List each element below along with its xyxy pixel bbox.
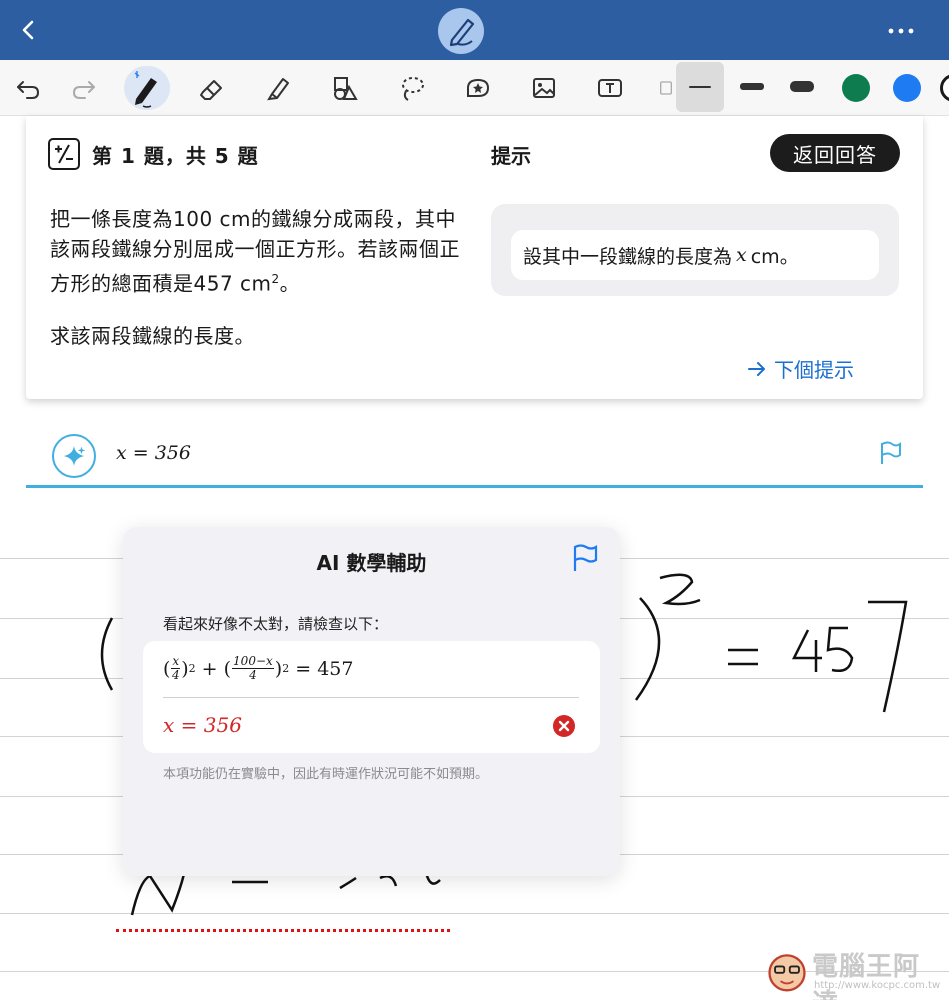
divider <box>163 697 579 698</box>
return-to-answer-button[interactable]: 返回回答 <box>770 134 900 172</box>
popup-title: AI 數學輔助 <box>316 551 427 575</box>
watermark-url: http://www.kocpc.com.tw <box>814 980 941 991</box>
answer-value: x = 356 <box>116 442 191 464</box>
answer-row[interactable]: x = 356 <box>26 420 923 488</box>
mascot-logo-icon <box>768 954 806 992</box>
incorrect-answer: x = 356 <box>163 713 242 737</box>
hint-title: 提示 <box>491 144 531 168</box>
hint-panel: 設其中一段鐵線的長度為 x cm。 <box>491 204 899 296</box>
question-ask: 求該兩段鐵線的長度。 <box>50 324 255 348</box>
experimental-note: 本項功能仍在實驗中，因此有時運作狀況可能不如預期。 <box>163 767 489 782</box>
question-text: 把一條長度為100 cm的鐵線分成兩段，其中該兩段鐵線分別屈成一個正方形。若該兩… <box>50 207 460 296</box>
popup-message: 看起來好像不太對，請檢查以下： <box>163 615 389 633</box>
flag-icon <box>573 544 598 571</box>
error-x-icon <box>553 715 575 737</box>
question-card: 第 1 題，共 5 題 把一條長度為100 cm的鐵線分成兩段，其中該兩段鐵線分… <box>26 116 923 399</box>
watermark: 電腦王阿達 http://www.kocpc.com.tw <box>762 946 946 1000</box>
arrow-right-icon <box>748 361 765 376</box>
error-underline <box>116 929 450 932</box>
plus-minus-icon <box>48 138 80 170</box>
ai-assist-button[interactable] <box>52 434 96 478</box>
question-index: 第 1 題，共 5 題 <box>92 144 259 168</box>
next-hint-label: 下個提示 <box>774 358 854 382</box>
popup-flag-button[interactable] <box>569 543 599 573</box>
check-card: ( x4 ) 2 + ( 100−x 4 ) 2 = 457 x = 356 <box>143 641 600 753</box>
flag-button[interactable] <box>877 440 903 466</box>
sparkle-icon <box>63 445 86 467</box>
next-hint-link[interactable]: 下個提示 <box>746 354 854 383</box>
flag-icon <box>881 441 901 464</box>
watermark-text: 電腦王阿達 <box>812 952 921 1000</box>
hint-text: 設其中一段鐵線的長度為 x cm。 <box>511 230 879 280</box>
equation: ( x4 ) 2 + ( 100−x 4 ) 2 = 457 <box>163 654 354 682</box>
ai-math-assist-popup: AI 數學輔助 看起來好像不太對，請檢查以下： ( x4 ) 2 + ( 100−… <box>123 527 620 876</box>
